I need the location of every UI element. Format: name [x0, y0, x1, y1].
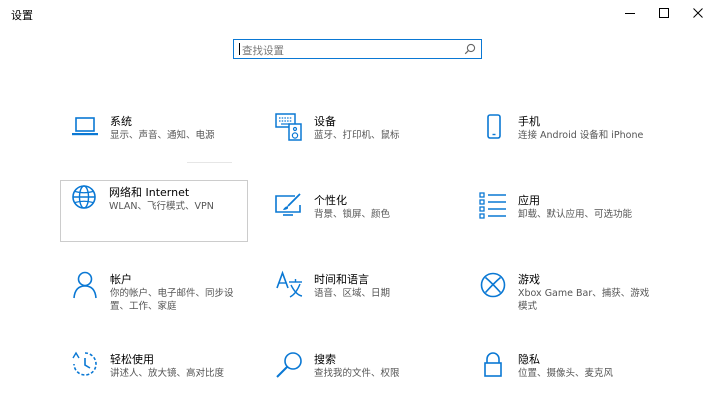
tile-title: 搜索	[314, 353, 336, 366]
close-icon	[693, 8, 703, 18]
tile-title: 游戏	[518, 273, 540, 286]
tile-title: 网络和 Internet	[109, 186, 190, 199]
tile-description: Xbox Game Bar、捕获、游戏模式	[518, 288, 650, 312]
lock-icon	[484, 352, 502, 377]
search-input[interactable]: 查找设置	[233, 39, 482, 59]
tile-description: 连接 Android 设备和 iPhone	[518, 130, 644, 141]
person-icon	[73, 271, 97, 299]
tile-title: 系统	[110, 115, 132, 128]
tile-title: 手机	[518, 115, 540, 128]
title-bar: 设置	[0, 0, 718, 28]
tile-description: 语音、区域、日期	[314, 288, 391, 299]
phone-icon	[487, 114, 501, 139]
tile-personalization[interactable]: 个性化 背景、锁屏、颜色	[266, 189, 454, 251]
tile-title: 设备	[314, 115, 336, 128]
apps-list-icon	[479, 192, 506, 219]
tile-devices[interactable]: 设备 蓝牙、打印机、鼠标	[266, 110, 454, 172]
ease-of-access-icon	[72, 351, 97, 376]
tile-description: 背景、锁屏、颜色	[314, 209, 391, 220]
tile-description: 显示、声音、通知、电源	[110, 130, 215, 141]
xbox-icon	[480, 272, 506, 298]
tile-description: WLAN、飞行模式、VPN	[109, 201, 214, 212]
text-caret	[239, 43, 240, 55]
tile-description: 蓝牙、打印机、鼠标	[314, 130, 400, 141]
search-icon	[276, 352, 302, 378]
tile-description: 讲述人、放大镜、高对比度	[110, 368, 225, 379]
maximize-button[interactable]	[647, 0, 681, 26]
tile-network[interactable]: 网络和 Internet WLAN、飞行模式、VPN	[60, 180, 248, 242]
tile-privacy[interactable]: 隐私 位置、摄像头、麦克风	[470, 348, 658, 410]
close-button[interactable]	[681, 0, 715, 26]
tile-title: 轻松使用	[110, 353, 154, 366]
tile-accounts[interactable]: 帐户 你的帐户、电子邮件、同步设置、工作、家庭	[62, 268, 250, 330]
minimize-button[interactable]	[613, 0, 647, 26]
minimize-icon	[625, 13, 635, 14]
tile-description: 位置、摄像头、麦克风	[518, 368, 614, 379]
tile-description: 卸载、默认应用、可选功能	[518, 209, 633, 220]
tile-phone[interactable]: 手机 连接 Android 设备和 iPhone	[470, 110, 658, 172]
search-placeholder: 查找设置	[242, 45, 284, 57]
tile-title: 时间和语言	[314, 273, 369, 286]
tile-system[interactable]: 系统 显示、声音、通知、电源	[62, 110, 250, 172]
tile-description: 查找我的文件、权限	[314, 368, 400, 379]
tile-apps[interactable]: 应用 卸载、默认应用、可选功能	[470, 189, 658, 251]
search-icon[interactable]	[464, 43, 476, 55]
maximize-icon	[659, 8, 669, 18]
tile-time-language[interactable]: 时间和语言 语音、区域、日期	[266, 268, 454, 330]
tile-ease-of-access[interactable]: 轻松使用 讲述人、放大镜、高对比度	[62, 348, 250, 410]
tile-title: 个性化	[314, 194, 347, 207]
time-language-icon	[276, 270, 303, 298]
personalization-icon	[275, 193, 301, 216]
laptop-icon	[72, 117, 98, 136]
tile-description: 你的帐户、电子邮件、同步设置、工作、家庭	[110, 288, 234, 312]
tile-gaming[interactable]: 游戏 Xbox Game Bar、捕获、游戏模式	[470, 268, 658, 330]
tile-search[interactable]: 搜索 查找我的文件、权限	[266, 348, 454, 410]
tile-title: 帐户	[110, 273, 132, 286]
devices-icon	[275, 113, 302, 141]
window-title: 设置	[11, 9, 33, 22]
tile-title: 应用	[518, 194, 540, 207]
tile-title: 隐私	[518, 353, 540, 366]
globe-icon	[72, 185, 96, 209]
